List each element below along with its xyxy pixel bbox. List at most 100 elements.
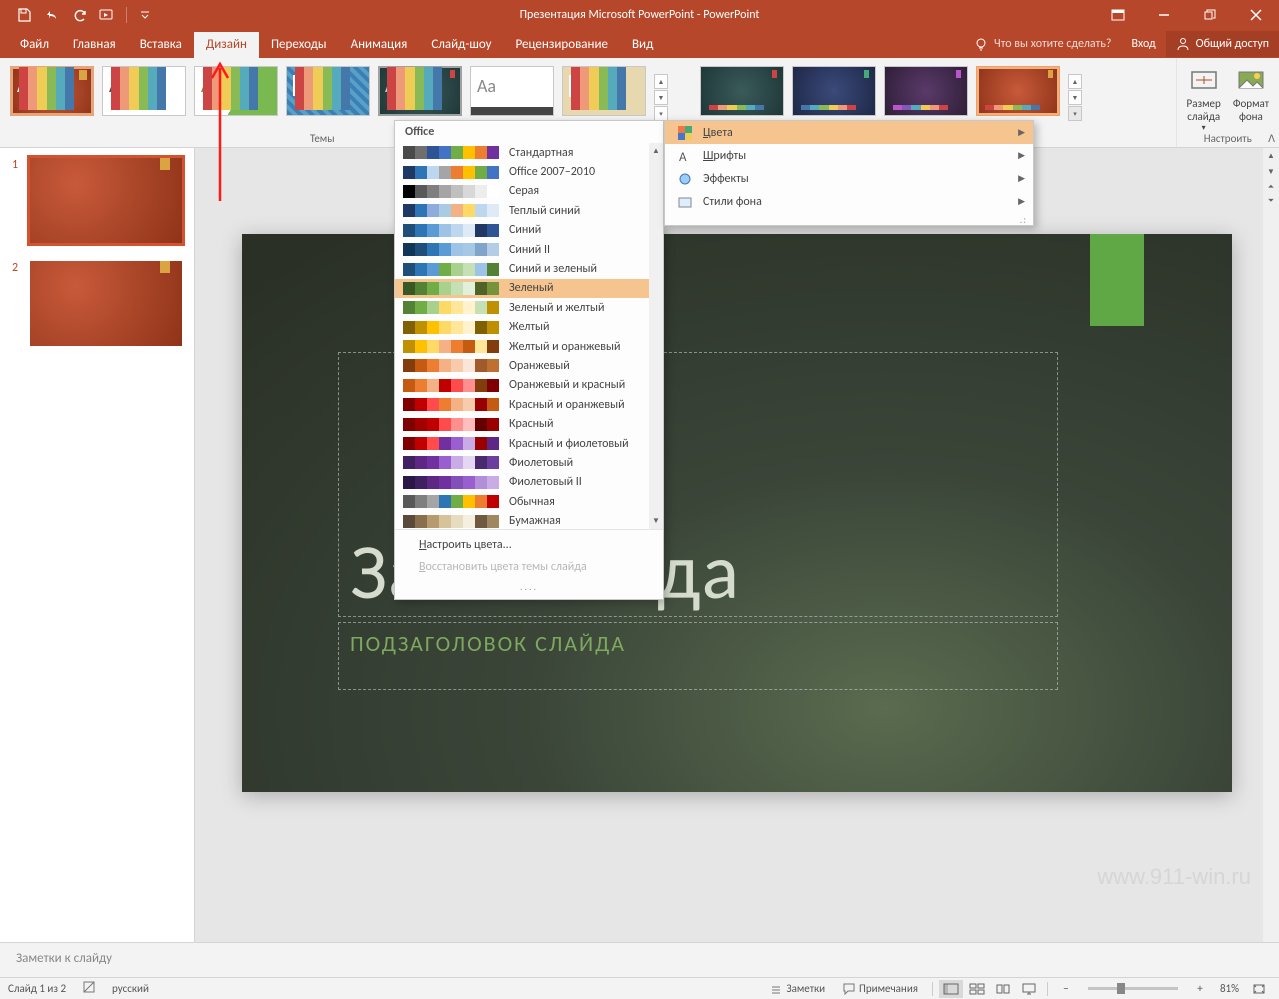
themes-gallery-expand[interactable]: ▲▼▾ — [654, 74, 668, 121]
notes-toggle[interactable]: Заметки — [762, 980, 833, 997]
tab-home[interactable]: Главная — [61, 32, 128, 58]
language-button[interactable]: русский — [112, 982, 149, 995]
chevron-right-icon: ▶ — [1018, 150, 1025, 161]
normal-view-button[interactable] — [939, 980, 963, 998]
maximize-button[interactable] — [1187, 0, 1233, 30]
color-scheme-item[interactable]: Стандартная — [395, 143, 663, 162]
zoom-percent[interactable]: 81% — [1214, 982, 1245, 995]
theme-option[interactable]: Aa — [194, 66, 278, 116]
theme-option[interactable]: Aa — [562, 66, 646, 116]
redo-button[interactable] — [68, 3, 92, 27]
theme-option[interactable]: Aa — [10, 66, 94, 116]
tab-view[interactable]: Вид — [620, 32, 665, 58]
color-schemes-list: СтандартнаяOffice 2007–2010СераяТеплый с… — [395, 143, 663, 529]
color-scheme-item[interactable]: Оранжевый и красный — [395, 376, 663, 395]
qat-customize-button[interactable] — [133, 3, 157, 27]
tab-transitions[interactable]: Переходы — [259, 32, 339, 58]
color-scheme-item[interactable]: Синий и зеленый — [395, 259, 663, 278]
color-scheme-item[interactable]: Желтый и оранжевый — [395, 337, 663, 356]
slide-thumbnails-panel: 1 2 — [0, 148, 195, 942]
variant-option[interactable] — [792, 66, 876, 116]
color-scheme-item[interactable]: Обычная — [395, 492, 663, 511]
color-scheme-item[interactable]: Оранжевый — [395, 356, 663, 375]
menu-bg-styles[interactable]: Стили фона▶ — [665, 190, 1033, 213]
slideshow-view-button[interactable] — [1017, 980, 1041, 998]
spellcheck-icon[interactable] — [82, 980, 96, 997]
resize-grip[interactable]: .... — [395, 578, 663, 595]
customize-colors-item[interactable]: Настроить цвета... — [395, 534, 663, 556]
scroll-down-icon[interactable]: ▼ — [1263, 164, 1279, 180]
color-scheme-item[interactable]: Синий II — [395, 240, 663, 259]
color-scheme-item[interactable]: Фиолетовый II — [395, 473, 663, 492]
tab-slideshow[interactable]: Слайд-шоу — [419, 32, 503, 58]
collapse-ribbon-button[interactable]: ᐱ — [1268, 132, 1275, 145]
minimize-button[interactable] — [1141, 0, 1187, 30]
scroll-up-icon[interactable]: ▲ — [649, 143, 663, 159]
theme-option[interactable]: Aa — [286, 66, 370, 116]
color-scheme-item[interactable]: Красный и фиолетовый — [395, 434, 663, 453]
menu-effects[interactable]: Эффекты▶ — [665, 167, 1033, 190]
theme-option[interactable]: Aa — [470, 66, 554, 116]
color-scheme-item[interactable]: Зеленый и желтый — [395, 298, 663, 317]
colors-scrollbar[interactable]: ▲ ▼ — [649, 143, 663, 529]
chevron-right-icon: ▶ — [1018, 127, 1025, 138]
zoom-handle[interactable] — [1117, 983, 1125, 994]
reading-view-button[interactable] — [991, 980, 1015, 998]
color-scheme-item[interactable]: Фиолетовый — [395, 453, 663, 472]
zoom-slider[interactable] — [1088, 987, 1178, 990]
prev-slide-icon[interactable]: ⏶ — [1263, 180, 1279, 194]
resize-grip[interactable]: .: — [665, 213, 1033, 225]
slide-thumbnail[interactable] — [30, 158, 182, 243]
theme-option[interactable]: Aa — [378, 66, 462, 116]
color-scheme-item[interactable]: Теплый синий — [395, 201, 663, 220]
slide-thumbnail[interactable] — [30, 261, 182, 346]
tell-me-search[interactable]: Что вы хотите сделать? — [964, 37, 1121, 51]
color-scheme-item[interactable]: Красный — [395, 414, 663, 433]
next-slide-icon[interactable]: ⏷ — [1263, 194, 1279, 208]
menu-colors[interactable]: Цвета▶ — [665, 121, 1033, 144]
undo-button[interactable] — [40, 3, 64, 27]
watermark: www.911-win.ru — [1097, 864, 1251, 890]
tab-design[interactable]: Дизайн — [194, 32, 259, 58]
effects-icon — [677, 171, 693, 187]
zoom-out-button[interactable]: − — [1054, 980, 1078, 998]
share-button[interactable]: Общий доступ — [1166, 31, 1279, 57]
tab-animation[interactable]: Анимация — [339, 32, 420, 58]
comments-toggle[interactable]: Примечания — [835, 980, 926, 997]
variants-gallery-expand[interactable]: ▲▼▾ — [1068, 74, 1082, 121]
tab-insert[interactable]: Вставка — [128, 32, 194, 58]
vertical-scrollbar[interactable]: ▲ ▼ ⏶ ⏷ — [1263, 148, 1279, 942]
color-scheme-item[interactable]: Office 2007–2010 — [395, 162, 663, 181]
color-scheme-item[interactable]: Синий — [395, 221, 663, 240]
slide-count[interactable]: Слайд 1 из 2 — [8, 982, 66, 995]
save-button[interactable] — [12, 3, 36, 27]
tab-review[interactable]: Рецензирование — [504, 32, 620, 58]
variant-option[interactable] — [976, 66, 1060, 116]
fonts-icon: A — [677, 148, 693, 164]
close-button[interactable] — [1233, 0, 1279, 30]
color-scheme-item[interactable]: Желтый — [395, 318, 663, 337]
customize-group: Размер слайда▾ Формат фона Настроить — [1176, 58, 1279, 147]
color-scheme-item[interactable]: Бумажная — [395, 511, 663, 529]
zoom-in-button[interactable]: + — [1188, 980, 1212, 998]
theme-option[interactable]: Aa — [102, 66, 186, 116]
slide-canvas[interactable]: За к слайда ПОДЗАГОЛОВОК СЛАЙДА — [242, 234, 1232, 792]
color-scheme-item[interactable]: Серая — [395, 182, 663, 201]
start-from-beginning-button[interactable] — [96, 3, 120, 27]
sign-in-button[interactable]: Вход — [1121, 31, 1165, 57]
variant-option[interactable] — [884, 66, 968, 116]
colors-header: Office — [395, 121, 663, 143]
slide-subtitle-text[interactable]: ПОДЗАГОЛОВОК СЛАЙДА — [350, 630, 626, 657]
variant-option[interactable] — [700, 66, 784, 116]
notes-pane[interactable]: Заметки к слайду — [0, 942, 1279, 977]
color-scheme-item[interactable]: Красный и оранжевый — [395, 395, 663, 414]
scroll-up-icon[interactable]: ▲ — [1263, 148, 1279, 164]
tab-file[interactable]: Файл — [8, 32, 61, 58]
fit-to-window-button[interactable] — [1247, 980, 1271, 998]
slide-sorter-button[interactable] — [965, 980, 989, 998]
colors-icon — [677, 125, 693, 141]
scroll-down-icon[interactable]: ▼ — [649, 513, 663, 529]
color-scheme-item[interactable]: Зеленый — [395, 279, 663, 298]
menu-fonts[interactable]: A Шрифты▶ — [665, 144, 1033, 167]
ribbon-display-options[interactable] — [1095, 0, 1141, 30]
